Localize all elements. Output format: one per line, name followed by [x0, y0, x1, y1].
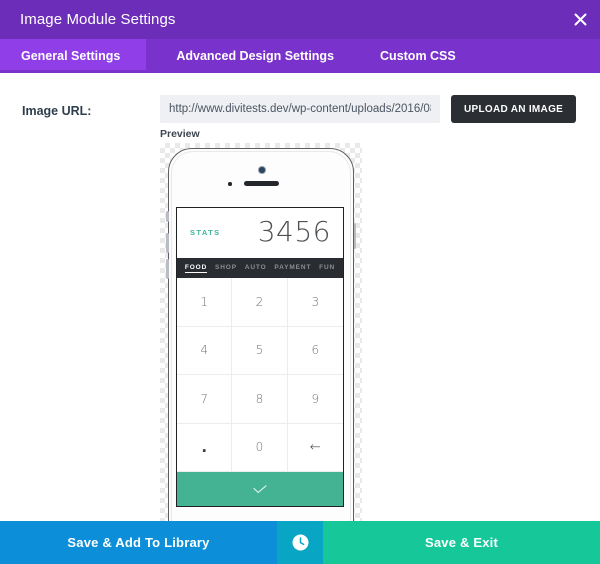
phone-volume-up-button: [166, 233, 169, 253]
tab-label: General Settings: [21, 49, 121, 63]
tab-label: Advanced Design Settings: [176, 49, 335, 63]
phone-power-button: [353, 223, 356, 249]
phone-volume-down-button: [166, 259, 169, 279]
nav-item-shop[interactable]: SHOP: [215, 264, 237, 272]
key-7[interactable]: 7: [177, 375, 233, 424]
image-url-label: Image URL:: [22, 104, 92, 118]
nav-item-food[interactable]: FOOD: [184, 264, 208, 273]
phone-sensor-icon: [228, 182, 232, 186]
key-3[interactable]: 3: [287, 278, 343, 327]
image-url-row: Image URL: UPLOAD AN IMAGE: [0, 95, 600, 129]
settings-tabs: General Settings Advanced Design Setting…: [0, 39, 600, 73]
save-and-exit-button[interactable]: Save & Exit: [323, 521, 600, 564]
tab-general-settings[interactable]: General Settings: [0, 39, 147, 73]
key-0[interactable]: 0: [232, 423, 288, 472]
save-library-label: Save & Add To Library: [67, 535, 210, 550]
modal-action-bar: Save & Add To Library Save & Exit: [0, 521, 600, 564]
key-4[interactable]: 4: [177, 326, 233, 375]
numeric-keypad: 1 2 3 4 5 6 7 8 9 . 0 ←: [177, 278, 343, 472]
stats-header: STATS 3456: [177, 208, 343, 258]
phone-mockup: STATS 3456 FOOD SHOP AUTO PAYMENT FUN 1 …: [166, 148, 356, 521]
phone-screen: STATS 3456 FOOD SHOP AUTO PAYMENT FUN 1 …: [176, 207, 344, 507]
modal-titlebar: Image Module Settings: [0, 0, 600, 39]
image-preview: STATS 3456 FOOD SHOP AUTO PAYMENT FUN 1 …: [160, 143, 362, 521]
settings-content: Image URL: UPLOAD AN IMAGE Preview STATS: [0, 73, 600, 521]
phone-silent-switch: [166, 211, 169, 222]
phone-camera-icon: [258, 166, 266, 174]
image-module-settings-modal: Image Module Settings General Settings A…: [0, 0, 600, 564]
nav-item-payment[interactable]: PAYMENT: [274, 264, 311, 272]
upload-an-image-button[interactable]: UPLOAD AN IMAGE: [451, 95, 577, 123]
key-9[interactable]: 9: [287, 375, 343, 424]
key-2[interactable]: 2: [232, 278, 288, 327]
tab-advanced-design-settings[interactable]: Advanced Design Settings: [146, 39, 360, 73]
stats-label: STATS: [190, 228, 221, 237]
key-backspace[interactable]: ←: [287, 424, 343, 472]
tab-label: Custom CSS: [380, 49, 456, 63]
close-icon: [574, 13, 587, 26]
phone-speaker-icon: [244, 181, 279, 186]
category-nav: FOOD SHOP AUTO PAYMENT FUN: [177, 258, 343, 278]
nav-item-fun[interactable]: FUN: [319, 264, 335, 272]
tab-custom-css[interactable]: Custom CSS: [360, 39, 482, 73]
clock-icon: [292, 534, 308, 551]
confirm-button[interactable]: [177, 472, 343, 506]
stats-value: 3456: [257, 215, 331, 248]
check-icon: [253, 484, 267, 493]
key-8[interactable]: 8: [232, 375, 288, 424]
key-1[interactable]: 1: [177, 278, 233, 327]
preview-label: Preview: [160, 128, 200, 140]
key-decimal[interactable]: .: [177, 423, 233, 472]
nav-item-auto[interactable]: AUTO: [245, 264, 267, 272]
key-5[interactable]: 5: [232, 326, 288, 375]
page-title: Image Module Settings: [20, 11, 176, 28]
history-button[interactable]: [277, 521, 323, 564]
image-url-input[interactable]: [160, 95, 440, 123]
key-6[interactable]: 6: [287, 327, 343, 375]
save-and-add-to-library-button[interactable]: Save & Add To Library: [0, 521, 277, 564]
save-exit-label: Save & Exit: [424, 535, 498, 550]
close-button[interactable]: [561, 0, 600, 39]
